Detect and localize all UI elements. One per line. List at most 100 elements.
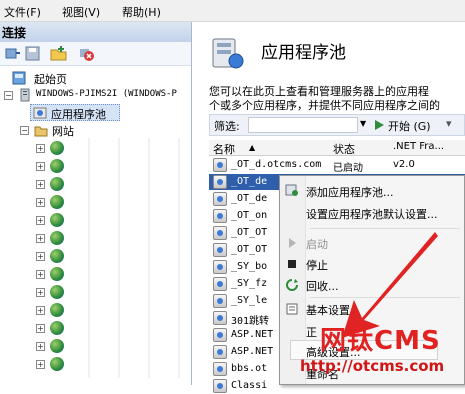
collapse-icon[interactable]: −: [20, 126, 29, 135]
tree-app-pools[interactable]: 应用程序池: [30, 104, 120, 121]
globe-icon: [50, 231, 64, 245]
pool-name: _OT_OT: [231, 227, 268, 238]
menu-bar: 文件(F) 视图(V) 帮助(H): [0, 0, 465, 22]
save-icon[interactable]: [24, 45, 41, 62]
app-pool-icon: [213, 209, 227, 223]
pool-name: Classi: [231, 380, 268, 391]
expand-icon[interactable]: +: [36, 198, 45, 207]
add-folder-icon[interactable]: [50, 45, 67, 62]
collapse-icon[interactable]: −: [4, 91, 13, 100]
expand-icon[interactable]: +: [36, 324, 45, 333]
expand-icon[interactable]: +: [36, 252, 45, 261]
app-pools-label: 应用程序池: [51, 108, 106, 121]
dropdown-arrow-icon[interactable]: ▼: [360, 119, 366, 128]
app-pool-icon: [213, 345, 227, 359]
column-netfx[interactable]: .NET Fra...: [393, 141, 444, 152]
app-pool-icon: [213, 311, 227, 325]
pool-name: ASP.NET: [231, 346, 274, 357]
start-page-icon: [12, 71, 26, 85]
menu-stop[interactable]: 停止: [306, 257, 328, 273]
expand-icon[interactable]: +: [36, 360, 45, 369]
start-icon: [289, 238, 296, 248]
page-title: 应用程序池: [261, 43, 346, 63]
pool-name: ASP.NET: [231, 329, 274, 340]
pool-name: _OT_de: [231, 176, 268, 187]
globe-icon: [50, 303, 64, 317]
basic-settings-icon: [286, 303, 298, 315]
sites-folder-icon: [34, 126, 48, 137]
app-pool-icon: [213, 243, 227, 257]
server-icon: [20, 88, 30, 102]
pool-name: _OT_de: [231, 193, 268, 204]
app-pool-icon: [33, 107, 47, 119]
app-pool-icon: [213, 294, 227, 308]
globe-icon: [50, 357, 64, 371]
menu-add-app-pool[interactable]: 添加应用程序池...: [306, 184, 394, 200]
app-pool-icon: [213, 362, 227, 376]
pool-name: _OT_d.otcms.com: [231, 159, 322, 170]
pool-status: 已启动: [333, 163, 363, 174]
globe-icon: [50, 177, 64, 191]
stop-icon: [288, 260, 296, 268]
app-pool-header-icon: [212, 38, 244, 69]
app-pool-icon: [213, 328, 227, 342]
column-status[interactable]: 状态: [333, 141, 355, 157]
menu-view[interactable]: 视图(V): [62, 4, 100, 20]
expand-icon[interactable]: +: [36, 180, 45, 189]
app-pool-icon: [213, 277, 227, 291]
column-name[interactable]: 名称: [213, 141, 235, 157]
menu-set-pool-defaults[interactable]: 设置应用程序池默认设置...: [306, 206, 438, 222]
menu-recycle[interactable]: 回收...: [306, 278, 339, 294]
expand-icon[interactable]: +: [36, 342, 45, 351]
expand-icon[interactable]: +: [36, 288, 45, 297]
expand-icon[interactable]: +: [36, 270, 45, 279]
connections-pane: 连接 起始页 − WINDOWS-PJIMS2I (WINDOWS-P 应用程序…: [0, 22, 192, 385]
expand-icon[interactable]: +: [36, 162, 45, 171]
globe-icon: [50, 267, 64, 281]
pool-name: _OT_on: [231, 210, 268, 221]
watermark-brand: 网钛CMS: [320, 326, 441, 356]
filter-input[interactable]: [248, 117, 358, 133]
globe-icon: [50, 195, 64, 209]
expand-icon[interactable]: +: [36, 216, 45, 225]
filter-label: 筛选:: [214, 120, 240, 133]
table-row[interactable]: _OT_d.otcms.com 已启动 v2.0: [209, 157, 465, 174]
start-page-label: 起始页: [34, 73, 67, 86]
app-pool-icon: [213, 158, 227, 172]
connect-icon[interactable]: [4, 45, 21, 62]
dropdown-arrow-icon[interactable]: ▾: [446, 117, 452, 130]
connections-header: 连接: [0, 22, 191, 42]
expand-icon[interactable]: +: [36, 306, 45, 315]
app-pool-icon: [213, 226, 227, 240]
connections-toolbar: [0, 42, 191, 66]
description-line: 个或多个应用程序，并提供不同应用程序之间的: [209, 99, 440, 112]
menu-file[interactable]: 文件(F): [4, 4, 41, 20]
globe-icon: [50, 339, 64, 353]
globe-icon: [50, 285, 64, 299]
globe-icon: [50, 141, 64, 155]
description-line: 您可以在此页上查看和管理服务器上的应用程: [209, 85, 429, 98]
menu-start[interactable]: 启动: [306, 236, 328, 252]
menu-item-partial[interactable]: 正: [306, 324, 317, 340]
globe-icon: [50, 249, 64, 263]
go-icon: [375, 120, 384, 130]
menu-help[interactable]: 帮助(H): [122, 4, 161, 20]
sort-asc-icon: ▲: [249, 143, 256, 152]
menu-separator: [310, 228, 460, 229]
app-pool-icon: [213, 260, 227, 274]
start-button[interactable]: 开始 (G): [388, 118, 431, 134]
app-pool-icon: [213, 192, 227, 206]
redacted-site-names: [74, 138, 184, 378]
sites-label: 网站: [52, 125, 74, 138]
pool-name: _SY_bo: [231, 261, 268, 272]
app-pool-icon: [213, 175, 227, 189]
recycle-icon: [286, 279, 298, 291]
expand-icon[interactable]: +: [36, 144, 45, 153]
disconnect-icon[interactable]: [78, 45, 95, 62]
filter-bar: 筛选: ▼ 开始 (G) ▾: [209, 114, 465, 136]
app-pool-icon: [213, 379, 227, 393]
pool-name: 301跳转: [231, 316, 270, 327]
globe-icon: [50, 321, 64, 335]
expand-icon[interactable]: +: [36, 234, 45, 243]
watermark-url: http://otcms.com: [300, 357, 445, 375]
